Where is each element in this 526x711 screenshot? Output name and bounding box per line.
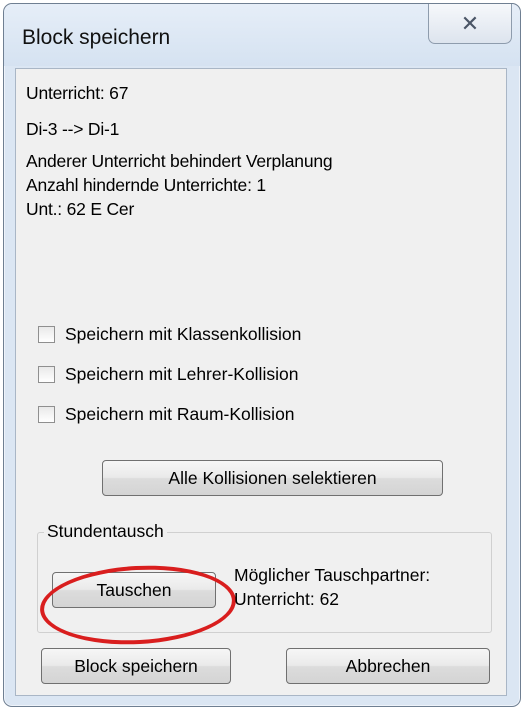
dialog-client-area: Unterricht: 67 Di-3 --> Di-1 Anderer Unt… [15, 68, 507, 696]
info-count: Anzahl hindernde Unterrichte: 1 [26, 175, 266, 195]
info-unterricht: Unterricht: 67 [26, 83, 129, 103]
save-block-button[interactable]: Block speichern [41, 648, 231, 684]
checkbox-teacher-collision[interactable]: Speichern mit Lehrer-Kollision [38, 361, 298, 387]
info-unt: Unt.: 62 E Cer [26, 199, 135, 219]
close-button[interactable]: ✕ [428, 4, 512, 44]
close-icon: ✕ [460, 10, 480, 36]
select-all-collisions-button[interactable]: Alle Kollisionen selektieren [102, 460, 443, 496]
dialog-title: Block speichern [22, 26, 171, 49]
checkbox-room-collision[interactable]: Speichern mit Raum-Kollision [38, 401, 295, 427]
swap-partner-value: Unterricht: 62 [234, 589, 340, 609]
checkbox-class-collision[interactable]: Speichern mit Klassenkollision [38, 321, 301, 347]
checkbox-label: Speichern mit Raum-Kollision [65, 403, 295, 424]
checkbox-box[interactable] [38, 405, 55, 423]
swap-button[interactable]: Tauschen [52, 572, 216, 608]
info-move: Di-3 --> Di-1 [26, 119, 120, 139]
swap-partner-label: Möglicher Tauschpartner: [234, 565, 431, 585]
checkbox-label: Speichern mit Lehrer-Kollision [65, 363, 299, 384]
swap-group-title: Stundentausch [44, 521, 167, 542]
checkbox-box[interactable] [38, 365, 55, 383]
checkbox-box[interactable] [38, 325, 55, 343]
dialog-window: Block speichern ✕ Unterricht: 67 Di-3 --… [3, 3, 521, 707]
checkbox-label: Speichern mit Klassenkollision [65, 323, 302, 344]
title-bar[interactable]: Block speichern ✕ [4, 4, 520, 66]
info-blocked: Anderer Unterricht behindert Verplanung [26, 151, 333, 171]
cancel-button[interactable]: Abbrechen [286, 648, 490, 684]
